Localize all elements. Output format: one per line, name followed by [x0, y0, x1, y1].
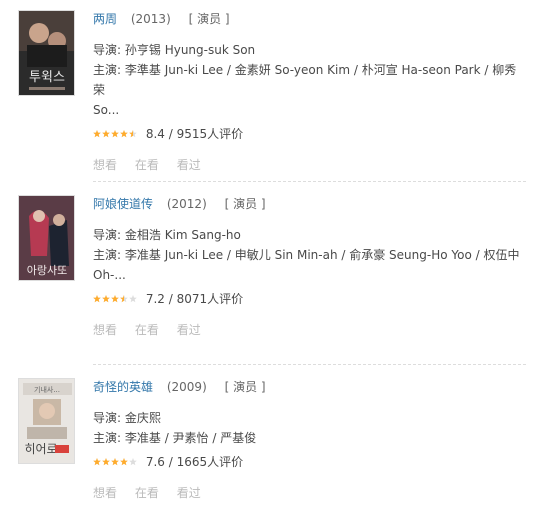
work-info: 阿娘使道传 (2012) [ 演员 ] 导演: 金相浩 Kim Sang-ho … — [93, 195, 528, 339]
director-label: 导演: — [93, 43, 122, 57]
star-icon-filled — [102, 294, 110, 302]
cast-row: 主演: 李准基 / 尹素怡 / 严基俊 — [93, 428, 528, 448]
director-name: 金庆熙 — [124, 411, 161, 425]
director-row: 导演: 孙亨锡 Hyung-suk Son — [93, 40, 528, 60]
action-row: 想看 在看 看过 — [93, 321, 528, 339]
watched-button[interactable]: 看过 — [177, 158, 201, 172]
poster-image[interactable]: 투윅스 — [18, 10, 75, 96]
cast-list: 李準基 Jun-ki Lee / 金素妍 So-yeon Kim / 朴河宣 H… — [93, 63, 517, 97]
rating-line: 7.2 / 8071人评价 — [93, 289, 528, 309]
svg-text:투윅스: 투윅스 — [29, 70, 65, 85]
action-row: 想看 在看 看过 — [93, 484, 528, 502]
star-icon-filled — [93, 294, 101, 302]
cast-list: 李准基 / 尹素怡 / 严基俊 — [124, 431, 257, 445]
stars-svg — [93, 129, 137, 137]
cast-label: 主演: — [93, 63, 122, 77]
work-year: (2013) — [130, 12, 171, 26]
rating-text: 7.6 / 1665人评价 — [145, 455, 244, 469]
watching-button[interactable]: 在看 — [135, 158, 159, 172]
star-icon — [129, 457, 137, 465]
watching-button[interactable]: 在看 — [135, 486, 159, 500]
star-icon-filled — [102, 129, 110, 137]
want-to-watch-button[interactable]: 想看 — [93, 323, 117, 337]
director-name: 金相浩 Kim Sang-ho — [124, 228, 241, 242]
rating-line: 8.4 / 9515人评价 — [93, 124, 528, 144]
work-year: (2012) — [166, 197, 207, 211]
entry-divider — [93, 181, 526, 182]
cast-row-continued: Oh-... — [93, 268, 126, 282]
star-rating — [93, 124, 138, 144]
star-rating — [93, 289, 138, 309]
director-name: 孙亨锡 Hyung-suk Son — [124, 43, 256, 57]
cast-label: 主演: — [93, 248, 122, 262]
watched-button[interactable]: 看过 — [177, 323, 201, 337]
work-title-link[interactable]: 两周 — [93, 12, 117, 26]
watching-button[interactable]: 在看 — [135, 323, 159, 337]
work-role: [ 演员 ] — [188, 12, 230, 26]
work-info: 两周 (2013) [ 演员 ] 导演: 孙亨锡 Hyung-suk Son 主… — [93, 10, 528, 174]
svg-text:아랑사또: 아랑사또 — [27, 264, 67, 277]
star-icon-filled — [111, 294, 119, 302]
star-icon-filled — [120, 129, 128, 137]
rating-line: 7.6 / 1665人评价 — [93, 452, 528, 472]
cast-row: 主演: 李準基 Jun-ki Lee / 金素妍 So-yeon Kim / 朴… — [93, 60, 528, 100]
stars-svg — [93, 294, 137, 302]
director-row: 导演: 金相浩 Kim Sang-ho — [93, 225, 528, 245]
svg-text:기내사...: 기내사... — [34, 385, 60, 394]
star-icon-filled — [102, 457, 110, 465]
cast-label: 主演: — [93, 431, 122, 445]
rating-text: 7.2 / 8071人评价 — [145, 292, 244, 306]
star-icon-filled — [93, 129, 101, 137]
star-icon-filled — [120, 457, 128, 465]
director-label: 导演: — [93, 228, 122, 242]
work-role: [ 演员 ] — [224, 197, 266, 211]
watched-button[interactable]: 看过 — [177, 486, 201, 500]
star-icon-filled — [111, 129, 119, 137]
star-icon-filled — [111, 457, 119, 465]
work-title-link[interactable]: 阿娘使道传 — [93, 197, 153, 211]
svg-text:히어로: 히어로 — [24, 442, 57, 456]
cast-row-continued: So... — [93, 103, 120, 117]
cast-row: 主演: 李准基 Jun-ki Lee / 申敏儿 Sin Min-ah / 俞承… — [93, 245, 528, 265]
star-rating — [93, 452, 138, 472]
rating-text: 8.4 / 9515人评价 — [145, 127, 244, 141]
poster-image[interactable]: 아랑사또 — [18, 195, 75, 281]
entry-divider — [93, 364, 526, 365]
poster-image[interactable]: 기내사... 히어로 — [18, 378, 75, 464]
work-info: 奇怪的英雄 (2009) [ 演员 ] 导演: 金庆熙 主演: 李准基 / 尹素… — [93, 378, 528, 502]
star-icon-filled — [93, 457, 101, 465]
want-to-watch-button[interactable]: 想看 — [93, 158, 117, 172]
work-year: (2009) — [166, 380, 207, 394]
want-to-watch-button[interactable]: 想看 — [93, 486, 117, 500]
director-row: 导演: 金庆熙 — [93, 408, 528, 428]
director-label: 导演: — [93, 411, 122, 425]
action-row: 想看 在看 看过 — [93, 156, 528, 174]
work-role: [ 演员 ] — [224, 380, 266, 394]
cast-list: 李准基 Jun-ki Lee / 申敏儿 Sin Min-ah / 俞承豪 Se… — [124, 248, 520, 262]
work-title-link[interactable]: 奇怪的英雄 — [93, 380, 153, 394]
star-icon — [129, 294, 137, 302]
stars-svg — [93, 457, 137, 465]
